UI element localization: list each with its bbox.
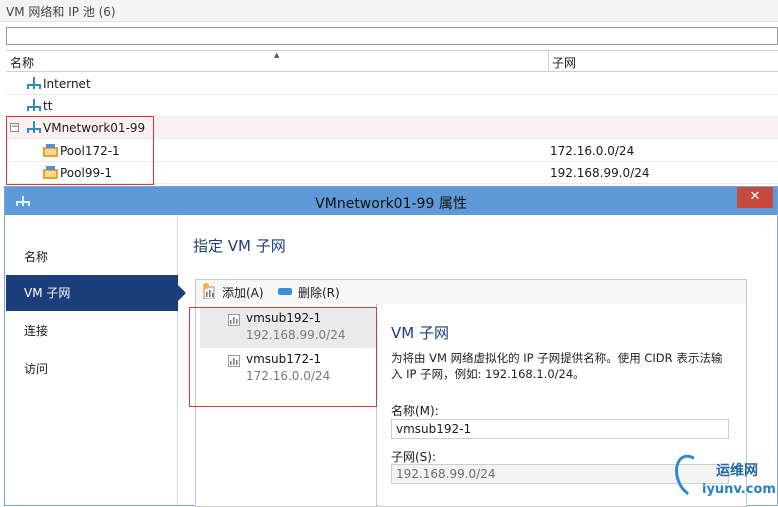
column-header-subnet[interactable]: 子网 xyxy=(552,54,576,71)
nav-item-name[interactable]: 名称 xyxy=(6,239,178,275)
watermark-logo: 运维网 iyunv.com xyxy=(668,450,778,506)
add-icon xyxy=(203,283,215,299)
nav-item-connectivity[interactable]: 连接 xyxy=(6,313,178,349)
row-name: tt xyxy=(43,99,53,113)
row-name: Internet xyxy=(43,77,91,91)
highlight-box xyxy=(189,307,377,407)
dialog-nav: 名称 VM 子网 连接 访问 xyxy=(6,215,186,505)
detail-description: 为将由 VM 网络虚拟化的 IP 子网提供名称。使用 CIDR 表示法输入 IP… xyxy=(391,351,723,381)
grid-row-tt[interactable]: tt xyxy=(6,95,778,117)
dialog-title: VMnetwork01-99 属性 xyxy=(315,196,467,212)
watermark-en: iyunv.com xyxy=(702,482,776,497)
panel-title: VM 网络和 IP 池 (6) xyxy=(0,0,778,22)
network-icon xyxy=(27,77,41,89)
watermark-cn: 运维网 xyxy=(716,463,758,479)
grid-row-internet[interactable]: Internet xyxy=(6,73,778,95)
column-separator[interactable] xyxy=(548,51,549,71)
network-icon xyxy=(27,99,41,111)
column-header-name[interactable]: 名称 xyxy=(10,54,34,71)
page-title: 指定 VM 子网 xyxy=(193,237,286,255)
row-subnet: 192.168.99.0/24 xyxy=(550,166,650,180)
subnet-toolbar: 添加(A) 删除(R) xyxy=(195,279,747,305)
search-input[interactable] xyxy=(6,27,778,45)
subnet-label: 子网(S): xyxy=(391,450,437,464)
highlight-box xyxy=(6,116,154,185)
dialog-titlebar[interactable]: VMnetwork01-99 属性 ✕ xyxy=(5,187,777,215)
properties-dialog: VMnetwork01-99 属性 ✕ 名称 VM 子网 连接 访问 指定 VM… xyxy=(4,186,778,507)
remove-button[interactable]: 删除(R) xyxy=(298,284,340,301)
row-subnet: 172.16.0.0/24 xyxy=(550,144,635,158)
nav-item-access[interactable]: 访问 xyxy=(6,351,178,387)
add-button[interactable]: 添加(A) xyxy=(222,284,264,301)
grid-header: 名称 ▲ 子网 xyxy=(6,50,778,72)
sort-arrow-icon: ▲ xyxy=(274,51,280,59)
nav-item-vm-subnet[interactable]: VM 子网 xyxy=(6,275,186,311)
close-button[interactable]: ✕ xyxy=(737,187,773,208)
name-field[interactable]: vmsub192-1 xyxy=(391,419,729,439)
detail-title: VM 子网 xyxy=(391,324,449,342)
name-label: 名称(M): xyxy=(391,404,439,418)
remove-icon xyxy=(278,288,292,295)
